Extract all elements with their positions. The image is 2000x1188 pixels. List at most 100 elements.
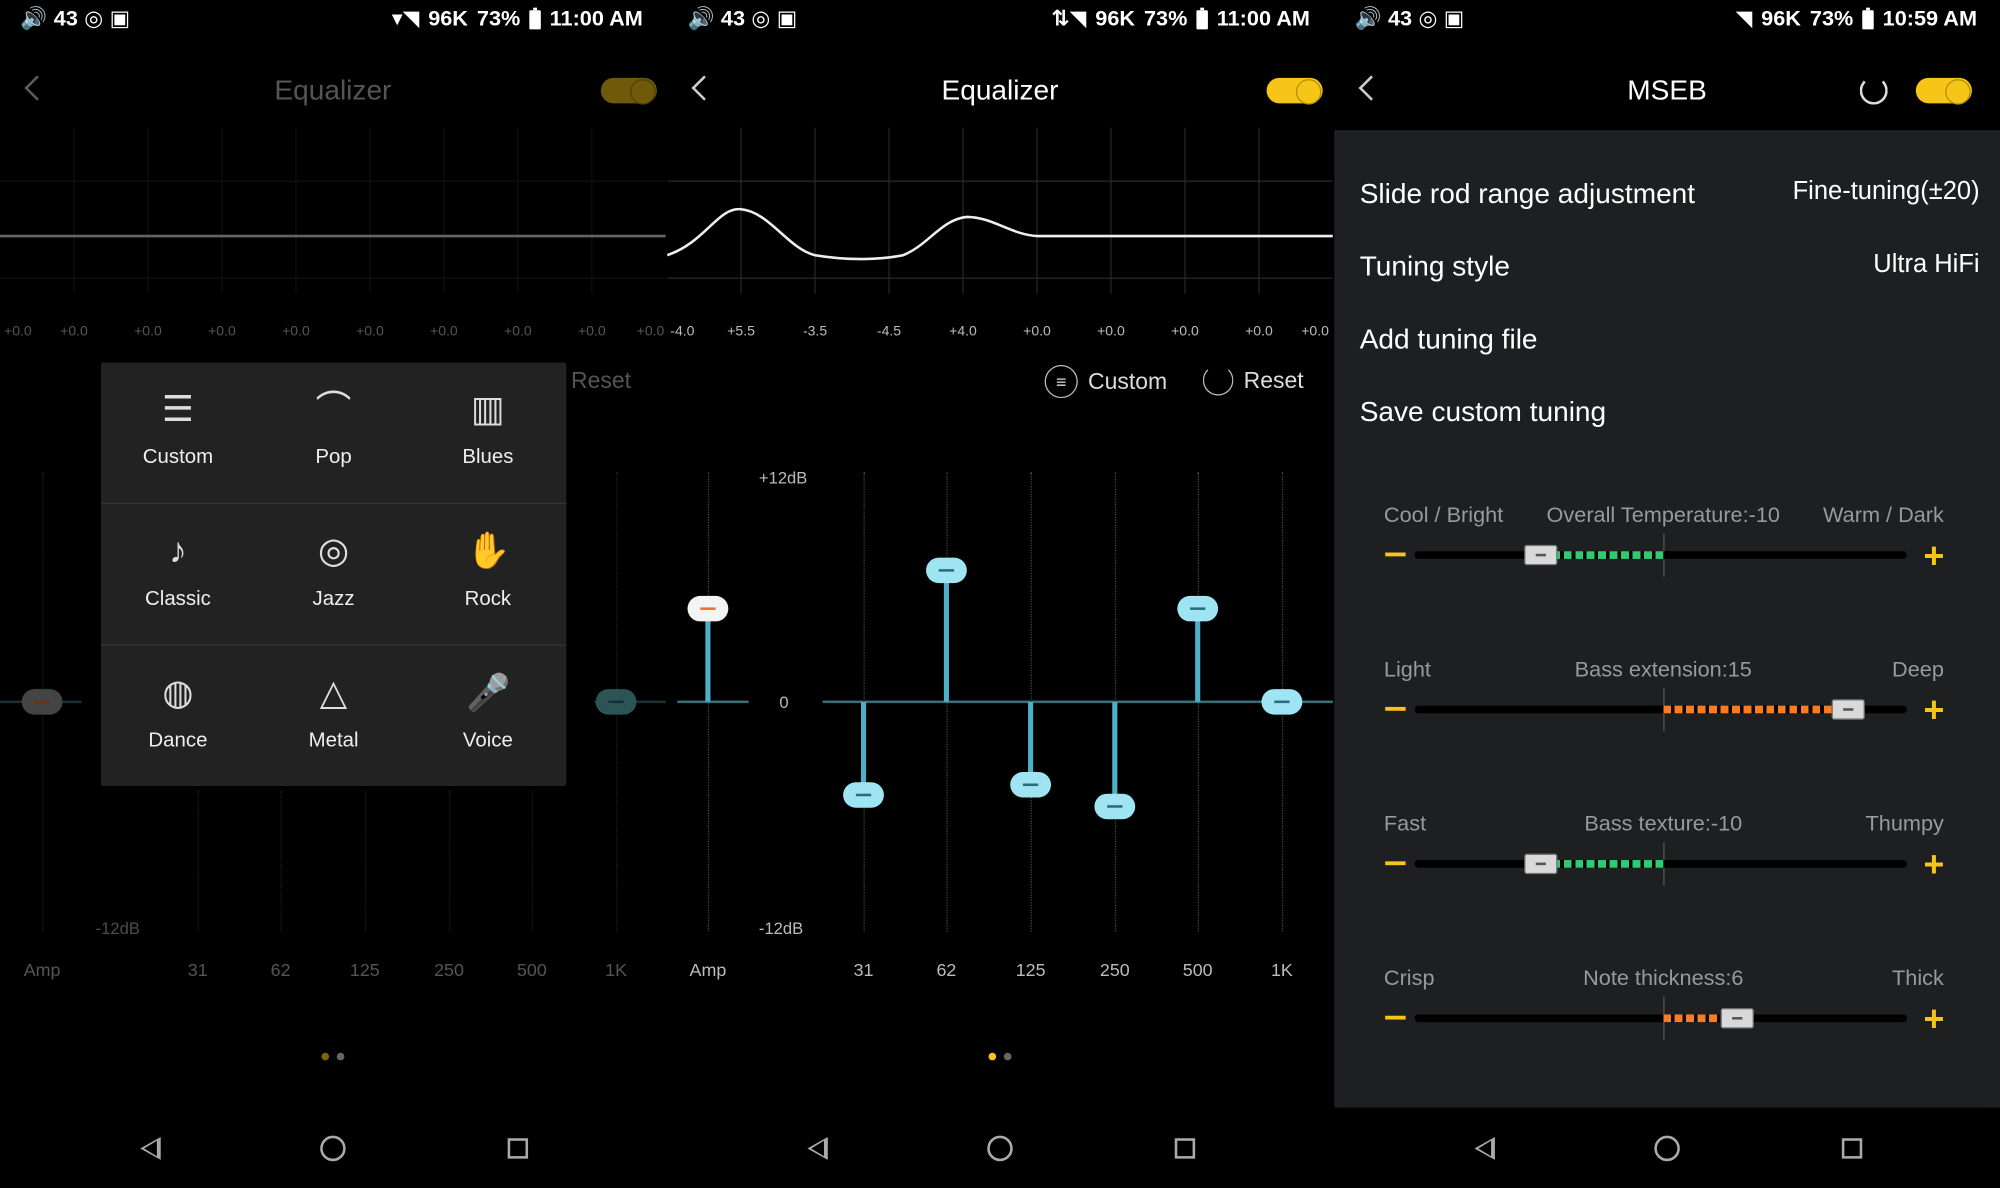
row-label: Tuning style	[1359, 250, 1510, 283]
clock: 10:59 AM	[1882, 6, 1978, 31]
eq-slider-fill	[943, 570, 949, 702]
minus-12db-label: -12dB	[95, 918, 140, 938]
range-adjustment-row[interactable]: Slide rod range adjustment Fine-tuning(±2…	[1360, 177, 1980, 210]
slider-thumb[interactable]	[1523, 544, 1557, 566]
band-value: +0.0	[1171, 324, 1199, 340]
slider-right-label: Thumpy	[1865, 811, 1944, 836]
slider-thumb[interactable]	[1720, 1008, 1754, 1029]
minus-icon[interactable]	[1385, 861, 1406, 866]
preset-classic[interactable]: ♪ Classic	[101, 504, 255, 644]
1k-slider-knob[interactable]	[595, 689, 637, 715]
preset-metal[interactable]: △ Metal	[256, 646, 410, 786]
recents-nav-icon[interactable]	[507, 1138, 529, 1159]
save-custom-tuning-row[interactable]: Save custom tuning	[1360, 396, 1980, 429]
preset-menu: ☰ Custom ⌒ Pop ▥ Blues ♪ Classic ◎ Jazz ✋ Rock…	[100, 362, 567, 787]
preset-blues[interactable]: ▥ Blues	[411, 362, 565, 502]
slider-track	[280, 791, 282, 932]
preset-rock[interactable]: ✋ Rock	[411, 504, 565, 644]
minus-icon[interactable]	[1385, 552, 1406, 557]
equalizer-toggle[interactable]	[1266, 77, 1323, 105]
band-value: +0.0	[60, 324, 88, 340]
eq-slider-knob-500[interactable]	[1177, 595, 1219, 621]
battery-level: 73%	[1143, 6, 1188, 31]
slider-value-label: Note thickness:6	[1583, 965, 1744, 991]
volume-icon: 🔊	[1354, 6, 1382, 31]
disco-ball-icon: ◍	[162, 672, 194, 713]
slider-right-label: Warm / Dark	[1823, 502, 1944, 528]
battery-level: 73%	[476, 6, 521, 31]
slider-thumb[interactable]	[1831, 699, 1865, 720]
band-value: +0.0	[356, 324, 384, 340]
reset-icon[interactable]	[1859, 76, 1888, 105]
row-value: Ultra HiFi	[1873, 250, 1980, 279]
microphone-icon: 🎤	[466, 672, 511, 713]
recents-nav-icon[interactable]	[1174, 1138, 1196, 1159]
freq-label: 31	[187, 959, 208, 981]
preset-voice[interactable]: 🎤 Voice	[411, 646, 565, 786]
reset-icon	[1202, 364, 1234, 396]
minus-icon[interactable]	[1385, 1015, 1406, 1020]
eq-slider-knob-125[interactable]	[1010, 771, 1052, 797]
amp-zero-line	[677, 700, 749, 704]
slider-thumb[interactable]	[1523, 853, 1557, 875]
preset-jazz[interactable]: ◎ Jazz	[256, 504, 410, 644]
battery-icon	[1196, 7, 1208, 29]
back-nav-icon[interactable]	[807, 1136, 828, 1160]
band-value: +0.0	[1245, 324, 1273, 340]
amp-slider-knob[interactable]	[21, 689, 63, 715]
app-icon: ◎	[751, 6, 771, 31]
freq-label: 250	[434, 959, 464, 981]
preset-custom[interactable]: ☰ Custom	[101, 362, 255, 502]
plus-icon[interactable]: +	[1923, 1001, 1944, 1038]
nav-bar	[1334, 1125, 2000, 1171]
home-nav-icon[interactable]	[1654, 1135, 1680, 1162]
band-value: +0.0	[430, 324, 458, 340]
slider-track	[448, 791, 451, 932]
wifi-icon: ▾◥	[391, 6, 420, 31]
preset-dance[interactable]: ◍ Dance	[101, 646, 255, 786]
tuning-style-row[interactable]: Tuning style Ultra HiFi	[1360, 250, 1980, 283]
slider-value-label: Bass extension:15	[1574, 657, 1752, 682]
volume-icon: 🔊	[20, 6, 48, 31]
image-icon: ▣	[776, 6, 798, 31]
eq-slider-knob-250[interactable]	[1094, 793, 1136, 820]
reset-button[interactable]: Reset	[1202, 364, 1304, 396]
freq-label: 31	[853, 959, 874, 981]
row-label: Save custom tuning	[1359, 395, 1607, 428]
back-nav-icon[interactable]	[140, 1136, 161, 1160]
plus-icon[interactable]: +	[1923, 538, 1944, 574]
plus-icon[interactable]: +	[1923, 847, 1944, 883]
preset-pop[interactable]: ⌒ Pop	[256, 362, 410, 502]
slider-track[interactable]	[1414, 1014, 1907, 1023]
equalizer-toggle[interactable]	[600, 77, 657, 105]
freq-label: 250	[1099, 959, 1130, 981]
band-value: +0.0	[636, 324, 665, 340]
eq-slider-knob-amp[interactable]	[687, 595, 729, 621]
eq-curve	[667, 207, 1333, 261]
band-value: -3.5	[802, 324, 828, 340]
home-nav-icon[interactable]	[320, 1135, 346, 1162]
eq-slider-knob-31[interactable]	[843, 782, 884, 809]
status-bar: 🔊 43 ◎ ▣ ◥ 96K 73% 10:59 AM	[1334, 0, 2000, 41]
eq-slider-knob-1k[interactable]	[1261, 689, 1303, 715]
minus-icon[interactable]	[1385, 706, 1406, 711]
horn-icon: ◎	[317, 530, 350, 571]
slider-right-label: Thick	[1892, 965, 1944, 991]
back-nav-icon[interactable]	[1474, 1136, 1495, 1160]
band-value: +0.0	[1301, 324, 1329, 340]
freq-label: 125	[1015, 959, 1046, 981]
volume-level: 43	[53, 6, 78, 31]
home-nav-icon[interactable]	[987, 1135, 1013, 1162]
mseb-toggle[interactable]	[1915, 77, 1972, 105]
add-tuning-file-row[interactable]: Add tuning file	[1360, 323, 1980, 356]
equalizer-preset-panel: 🔊 43 ◎ ▣ ▾◥ 96K 73% 11:00 AM Equalizer +0.0 +0…	[0, 0, 666, 1188]
band-value: +0.0	[208, 324, 236, 340]
eq-curve-chart	[0, 127, 666, 294]
eq-slider-knob-62[interactable]	[926, 558, 967, 584]
plus-icon[interactable]: +	[1923, 692, 1944, 729]
recents-nav-icon[interactable]	[1841, 1138, 1863, 1159]
custom-preset-button[interactable]: ≡ Custom	[1044, 364, 1167, 399]
eq-slider-fill	[1112, 701, 1118, 807]
network-speed: 96K	[428, 6, 468, 31]
preset-list-icon: ≡	[1044, 364, 1078, 399]
